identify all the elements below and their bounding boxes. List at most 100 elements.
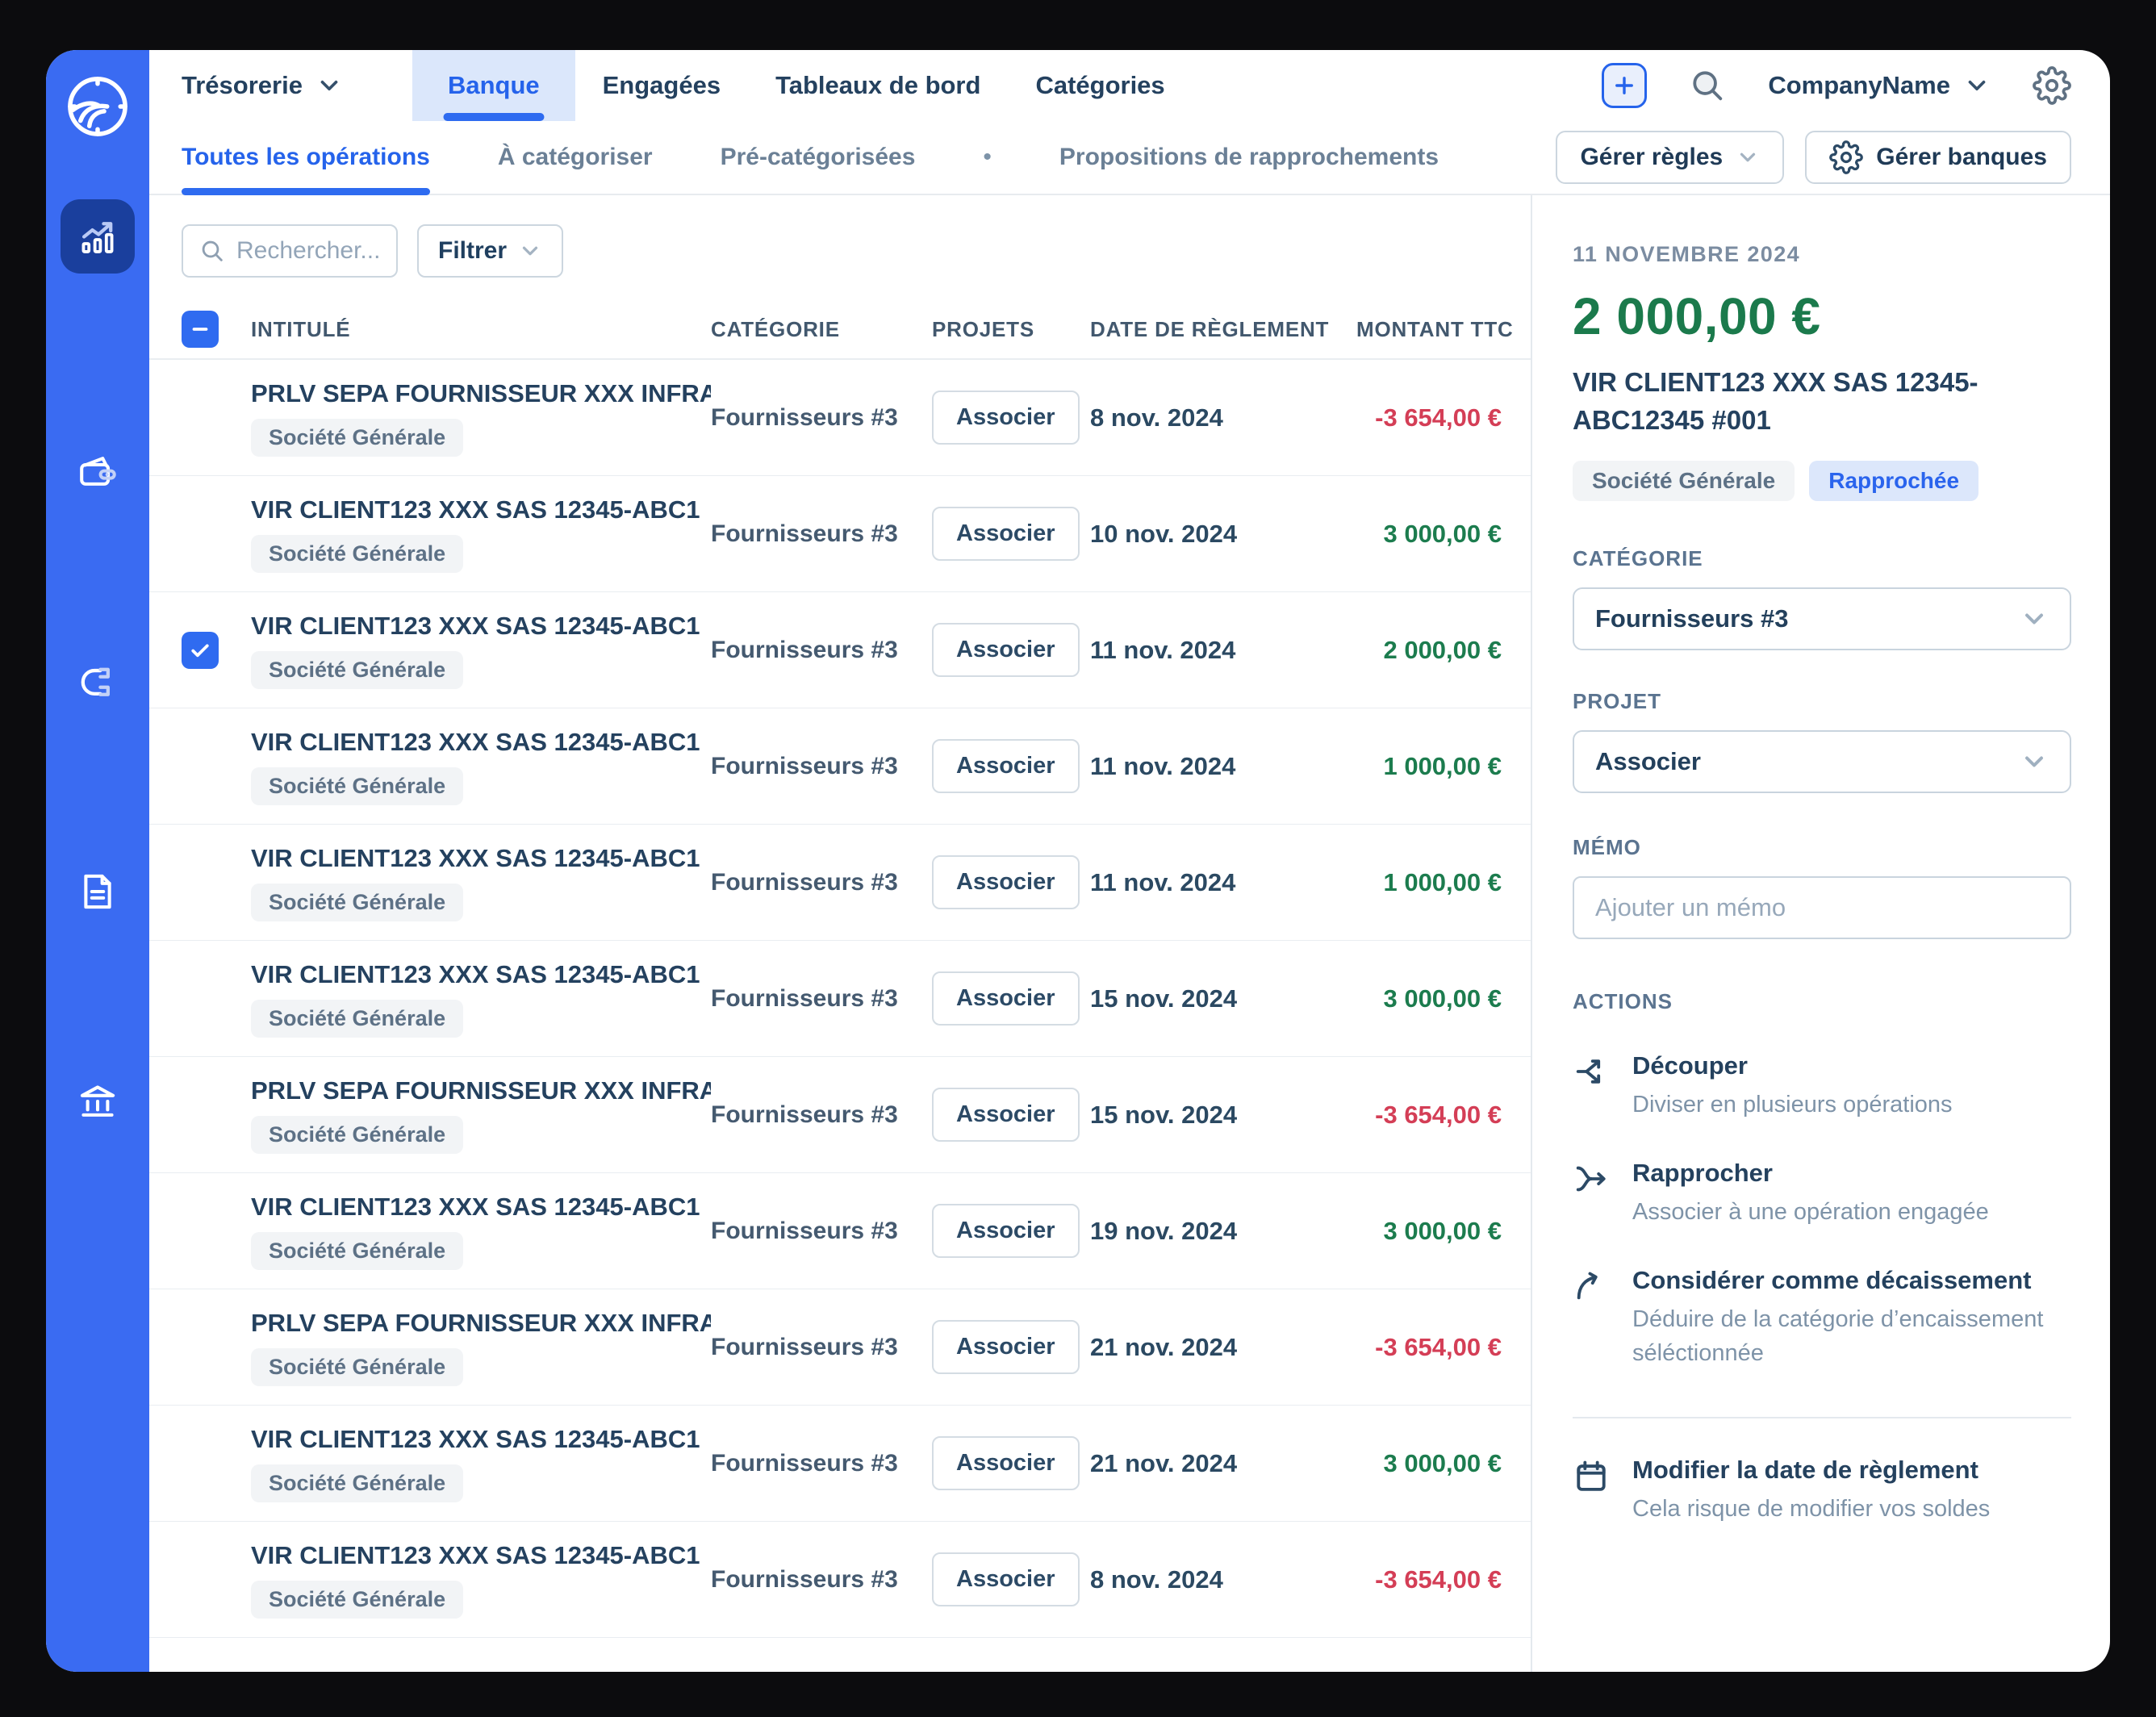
workspace-switcher[interactable]: Trésorerie: [182, 50, 343, 121]
table-row[interactable]: VIR CLIENT123 XXX SAS 12345-ABC1 Société…: [149, 592, 1531, 708]
amount-cell: -3 654,00 €: [1375, 1565, 1502, 1594]
associer-button[interactable]: Associer: [932, 1320, 1080, 1374]
category-cell: Fournisseurs #3: [711, 984, 898, 1012]
table-row[interactable]: PRLV SEPA FOURNISSEUR XXX INFRA Société …: [149, 1289, 1531, 1406]
action-title: Considérer comme décaissement: [1632, 1265, 2032, 1294]
date-cell: 21 nov. 2024: [1090, 1448, 1238, 1477]
project-value: Associer: [1595, 746, 1701, 775]
associer-button[interactable]: Associer: [932, 739, 1080, 793]
status-badge: Rapprochée: [1809, 460, 1979, 501]
bank-badge: Société Générale: [251, 1347, 464, 1386]
project-select[interactable]: Associer: [1573, 729, 2071, 793]
sidebar-item-wallet[interactable]: [61, 435, 135, 509]
table-row[interactable]: VIR CLIENT123 XXX SAS 12345-ABC1 Société…: [149, 941, 1531, 1057]
chevron-down-icon: [320, 80, 338, 91]
bank-badge: Société Générale: [1573, 460, 1795, 501]
associer-button[interactable]: Associer: [932, 855, 1080, 909]
add-button[interactable]: [1602, 63, 1648, 108]
bank-badge: Société Générale: [251, 650, 464, 689]
subtab-label: À catégoriser: [497, 144, 653, 170]
associer-button[interactable]: Associer: [932, 971, 1080, 1026]
table-row[interactable]: VIR CLIENT123 XXX SAS 12345-ABC1 Société…: [149, 708, 1531, 825]
split-icon: [1576, 1059, 1601, 1084]
manage-banks-label: Gérer banques: [1876, 144, 2047, 170]
settings-gear-icon[interactable]: [2033, 66, 2071, 105]
table-row[interactable]: VIR CLIENT123 XXX SAS 12345-ABC1 Société…: [149, 1406, 1531, 1522]
sidebar: [46, 50, 149, 1672]
associer-button[interactable]: Associer: [932, 1204, 1080, 1258]
memo-input[interactable]: [1573, 875, 2071, 939]
amount-cell: 3 000,00 €: [1383, 984, 1502, 1013]
date-cell: 15 nov. 2024: [1090, 984, 1238, 1013]
memo-label: MÉMO: [1573, 834, 1641, 859]
manage-banks-button[interactable]: Gérer banques: [1805, 131, 2071, 184]
amount-cell: 1 000,00 €: [1383, 751, 1502, 780]
app-logo[interactable]: [62, 50, 133, 146]
subtab-propositions-rapprochements[interactable]: Propositions de rapprochements: [1059, 121, 1439, 194]
filter-button[interactable]: Filtrer: [417, 224, 564, 278]
tab-tableaux-de-bord[interactable]: Tableaux de bord: [748, 50, 1008, 121]
date-cell: 11 nov. 2024: [1090, 751, 1236, 780]
action-considerer-decaissement[interactable]: Considérer comme décaissement Déduire de…: [1573, 1266, 2071, 1370]
bank-badge: Société Générale: [251, 1580, 464, 1619]
main-area: Trésorerie Banque Engagées Tableaux de b…: [149, 50, 2110, 1672]
action-rapprocher[interactable]: Rapprocher Associer à une opération enga…: [1573, 1159, 2071, 1229]
action-subtitle: Diviser en plusieurs opérations: [1632, 1091, 1953, 1118]
top-navigation: Trésorerie Banque Engagées Tableaux de b…: [149, 50, 2110, 121]
bank-badge: Société Générale: [251, 534, 464, 573]
table-row[interactable]: PRLV SEPA FOURNISSEUR XXX INFRA Société …: [149, 360, 1531, 476]
company-switcher[interactable]: CompanyName: [1768, 71, 1991, 100]
tab-categories[interactable]: Catégories: [1008, 50, 1192, 121]
operations-list: Filtrer INTITULÉ CATÉGORIE PROJETS DATE …: [149, 195, 1531, 1672]
action-decouper[interactable]: Découper Diviser en plusieurs opérations: [1573, 1051, 2071, 1122]
tab-label: Catégories: [1035, 71, 1165, 99]
document-icon: [84, 874, 111, 909]
operation-description: VIR CLIENT123 XXX SAS 12345-ABC12345 #00…: [1573, 367, 1978, 435]
operation-amount: 2 000,00 €: [1573, 287, 1821, 345]
table-header: INTITULÉ CATÉGORIE PROJETS DATE DE RÈGLE…: [149, 300, 1531, 360]
table-row[interactable]: VIR CLIENT123 XXX SAS 12345-ABC1 Société…: [149, 825, 1531, 941]
search-icon[interactable]: [1689, 67, 1726, 104]
sidebar-item-magnet[interactable]: [61, 645, 135, 719]
table-row[interactable]: VIR CLIENT123 XXX SAS 12345-ABC1 Société…: [149, 1522, 1531, 1638]
separator-dot: •: [983, 144, 992, 170]
tab-label: Engagées: [602, 71, 721, 99]
table-row[interactable]: PRLV SEPA FOURNISSEUR XXX INFRA Société …: [149, 1057, 1531, 1173]
manage-rules-button[interactable]: Gérer règles: [1556, 131, 1785, 184]
associer-button[interactable]: Associer: [932, 507, 1080, 561]
table-row[interactable]: VIR CLIENT123 XXX SAS 12345-ABC1 Société…: [149, 476, 1531, 592]
tab-label: Tableaux de bord: [775, 71, 981, 99]
search-input[interactable]: [236, 237, 380, 265]
date-cell: 21 nov. 2024: [1090, 1332, 1238, 1361]
associer-button[interactable]: Associer: [932, 623, 1080, 677]
subtab-pre-categorisees[interactable]: Pré-catégorisées: [721, 121, 916, 194]
associer-button[interactable]: Associer: [932, 391, 1080, 445]
select-all-checkbox[interactable]: [182, 311, 219, 348]
sidebar-item-dashboard[interactable]: [61, 199, 135, 274]
bank-badge: Société Générale: [251, 883, 464, 921]
subtab-toutes-les-operations[interactable]: Toutes les opérations: [182, 121, 430, 195]
table-row[interactable]: VIR CLIENT123 XXX SAS 12345-ABC1 Société…: [149, 1173, 1531, 1289]
amount-cell: 3 000,00 €: [1383, 519, 1502, 548]
subtab-label: Pré-catégorisées: [720, 144, 916, 170]
associer-button[interactable]: Associer: [932, 1552, 1080, 1606]
sidebar-item-banks[interactable]: [61, 1064, 135, 1138]
action-subtitle: Associer à une opération engagée: [1632, 1198, 1989, 1225]
action-modifier-date[interactable]: Modifier la date de règlement Cela risqu…: [1573, 1456, 2071, 1526]
operation-title: VIR CLIENT123 XXX SAS 12345-ABC1: [251, 843, 700, 872]
category-label: CATÉGORIE: [1573, 545, 1703, 570]
action-subtitle: Déduire de la catégorie d’encaissement s…: [1632, 1306, 2044, 1366]
associer-button[interactable]: Associer: [932, 1088, 1080, 1142]
operation-title: PRLV SEPA FOURNISSEUR XXX INFRA: [251, 1076, 711, 1105]
tab-banque[interactable]: Banque: [412, 50, 575, 121]
category-select[interactable]: Fournisseurs #3: [1573, 587, 2071, 650]
column-header-projets: PROJETS: [932, 316, 1034, 341]
filter-label: Filtrer: [438, 237, 508, 264]
row-checkbox[interactable]: [182, 631, 219, 669]
subtab-a-categoriser[interactable]: À catégoriser: [498, 121, 653, 194]
amount-cell: -3 654,00 €: [1375, 1100, 1502, 1129]
sidebar-item-documents[interactable]: [61, 854, 135, 929]
category-cell: Fournisseurs #3: [711, 1565, 898, 1593]
associer-button[interactable]: Associer: [932, 1436, 1080, 1490]
tab-engagees[interactable]: Engagées: [575, 50, 748, 121]
